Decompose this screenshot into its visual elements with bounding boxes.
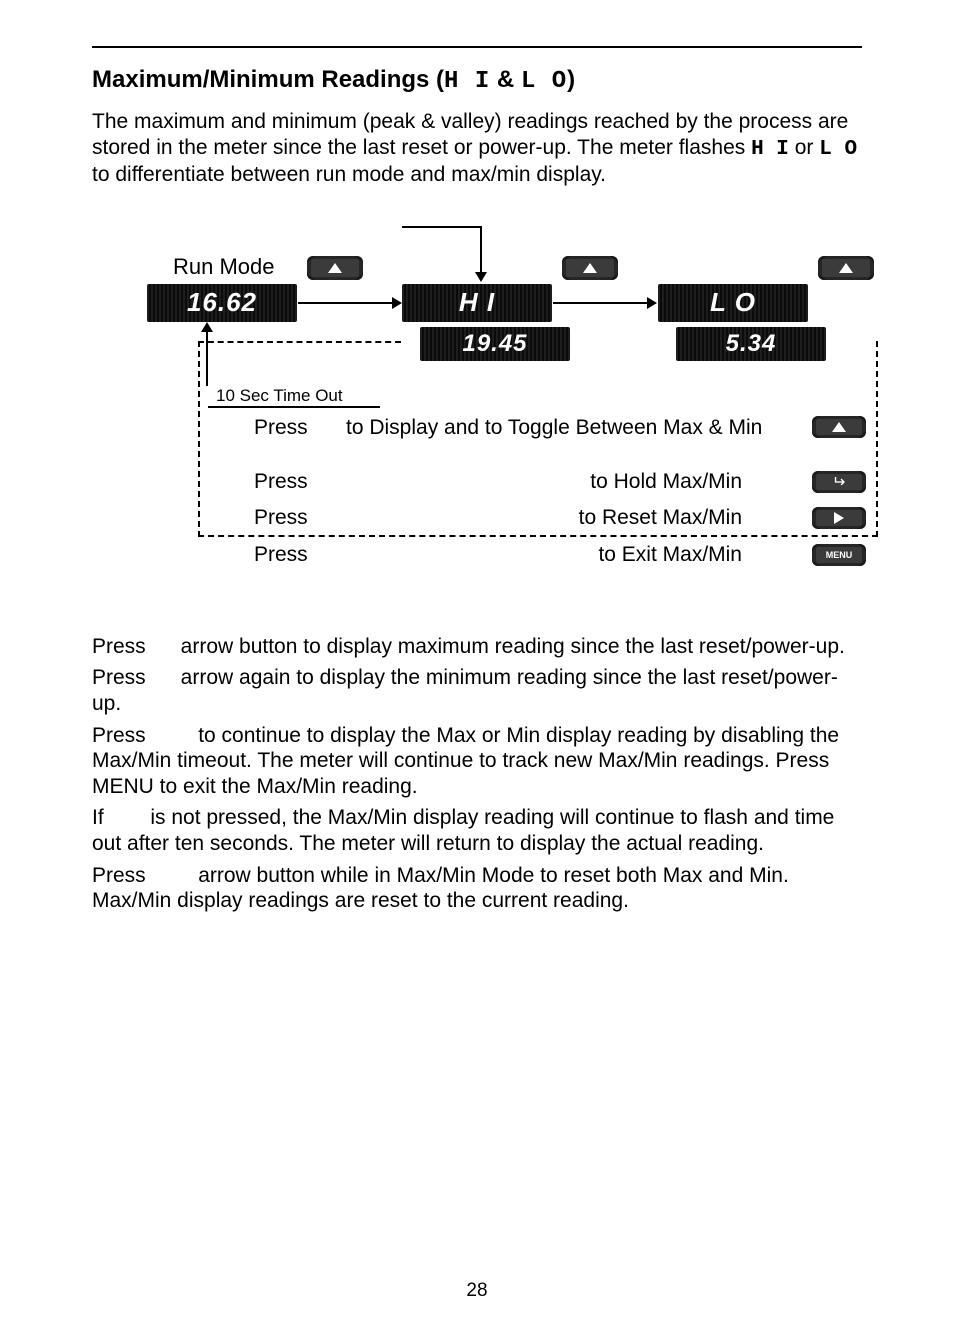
up-button-icon	[818, 256, 874, 280]
body-p1: Press arrow button to display maximum re…	[92, 634, 862, 660]
enter-button-icon: ↵	[812, 471, 866, 493]
title-prefix: Maximum/Minimum Readings (	[92, 66, 444, 93]
right-button-icon	[812, 507, 866, 529]
instr-desc-exit: to Exit Max/Min	[374, 543, 754, 567]
instr-row-reset: Press to Reset Max/Min	[254, 506, 874, 530]
up-button-icon	[812, 416, 866, 438]
press-label: Press	[254, 416, 316, 440]
body-p2: Press arrow again to display the minimum…	[92, 665, 862, 716]
instr-desc-reset: to Reset Max/Min	[374, 506, 754, 530]
arrow-into-hi	[480, 226, 482, 280]
lcd-lo-label: L O	[658, 284, 808, 322]
instr-row-hold: Press to Hold Max/Min ↵	[254, 470, 874, 494]
intro-paragraph: The maximum and minimum (peak & valley) …	[92, 109, 862, 188]
instr-row-exit: Press to Exit Max/Min MENU	[254, 543, 874, 567]
up-button-icon	[307, 256, 363, 280]
body-p4: If is not pressed, the Max/Min display r…	[92, 805, 862, 856]
intro-c: to differentiate between run mode and ma…	[92, 163, 606, 186]
diagram-top-line	[402, 226, 482, 228]
press-label: Press	[254, 470, 316, 494]
intro-lo: L O	[819, 138, 857, 161]
title-lo: L O	[521, 68, 567, 95]
state-diagram: Run Mode 16.62 H I 19.45 L O 5.34 10 Sec…	[112, 206, 882, 626]
page-number: 28	[466, 1280, 487, 1302]
body-p5: Press arrow button while in Max/Min Mode…	[92, 863, 862, 914]
title-suffix: )	[567, 66, 575, 93]
instr-desc-hold: to Hold Max/Min	[374, 470, 754, 494]
up-button-icon	[562, 256, 618, 280]
lcd-hi-label: H I	[402, 284, 552, 322]
section-title: Maximum/Minimum Readings (H I & L O)	[92, 66, 862, 95]
horizontal-rule	[92, 46, 862, 48]
arrow-hi-to-lo	[553, 302, 655, 304]
intro-b: or	[789, 136, 819, 159]
title-sep: &	[490, 66, 521, 93]
instr-desc-toggle: to Display and to Toggle Between Max & M…	[346, 416, 782, 440]
run-mode-label: Run Mode	[173, 254, 275, 280]
press-label: Press	[254, 506, 316, 530]
menu-button-icon: MENU	[812, 544, 866, 566]
instr-row-toggle: Press to Display and to Toggle Between M…	[254, 416, 874, 440]
title-hi: H I	[444, 68, 490, 95]
lcd-run-value: 16.62	[147, 284, 297, 322]
body-p3: Press to continue to display the Max or …	[92, 723, 862, 800]
press-label: Press	[254, 543, 316, 567]
arrow-run-to-hi	[298, 302, 400, 304]
intro-a: The maximum and minimum (peak & valley) …	[92, 110, 848, 159]
intro-hi: H I	[751, 138, 789, 161]
